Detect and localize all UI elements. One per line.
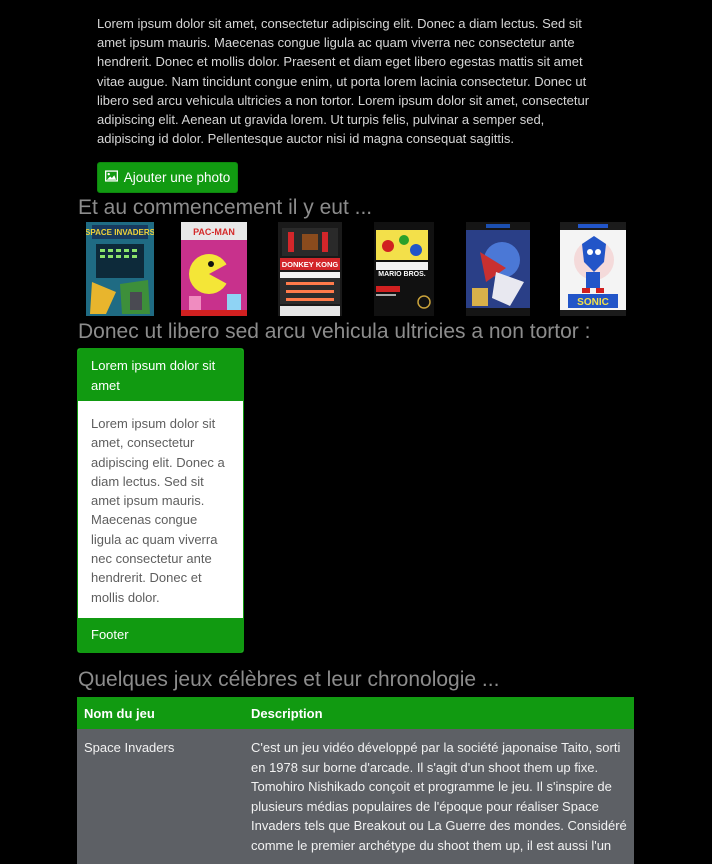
card-body: Lorem ipsum dolor sit amet, consectetur …: [91, 416, 225, 605]
card-footer: Footer: [78, 618, 243, 652]
table-section-heading: Quelques jeux célèbres et leur chronolog…: [78, 668, 500, 691]
cover-sega-game[interactable]: [466, 222, 530, 316]
game-name-cell: Space Invaders: [77, 729, 244, 864]
cover-space-invaders-title: SPACE INVADERS: [86, 228, 154, 237]
intro-paragraph: Lorem ipsum dolor sit amet, consectetur …: [97, 16, 590, 147]
add-photo-button[interactable]: Ajouter une photo: [97, 162, 238, 193]
table-row: Space Invaders C'est un jeu vidéo dévelo…: [77, 729, 634, 864]
column-header-description: Description: [244, 697, 634, 729]
cover-sonic[interactable]: SONIC: [560, 222, 626, 316]
table-header-row: Nom du jeu Description: [77, 697, 634, 729]
cover-pac-man[interactable]: PAC-MAN: [181, 222, 247, 316]
info-card: Lorem ipsum dolor sit amet Lorem ipsum d…: [77, 348, 244, 653]
card-header: Lorem ipsum dolor sit amet: [78, 349, 243, 401]
cover-mario-bros-title: MARIO BROS.: [378, 271, 426, 278]
cover-donkey-kong-title: DONKEY KONG: [282, 260, 339, 269]
game-description-cell: C'est un jeu vidéo développé par la soci…: [244, 729, 634, 864]
add-photo-label: Ajouter une photo: [123, 170, 231, 185]
games-table: Nom du jeu Description Space Invaders C'…: [77, 697, 634, 864]
card-section-heading: Donec ut libero sed arcu vehicula ultric…: [78, 320, 591, 343]
gallery-heading: Et au commencement il y eut ...: [78, 196, 373, 219]
cover-pac-man-title: PAC-MAN: [193, 227, 235, 237]
cover-space-invaders[interactable]: SPACE INVADERS: [86, 222, 154, 316]
cover-sonic-title: SONIC: [577, 297, 609, 308]
game-cover-gallery: SPACE INVADERS PAC-MAN DONKEY KONG MARIO…: [84, 222, 644, 318]
cover-donkey-kong[interactable]: DONKEY KONG: [278, 222, 342, 316]
column-header-name: Nom du jeu: [77, 697, 244, 729]
cover-mario-bros[interactable]: MARIO BROS.: [374, 222, 434, 316]
image-icon: [104, 170, 118, 185]
